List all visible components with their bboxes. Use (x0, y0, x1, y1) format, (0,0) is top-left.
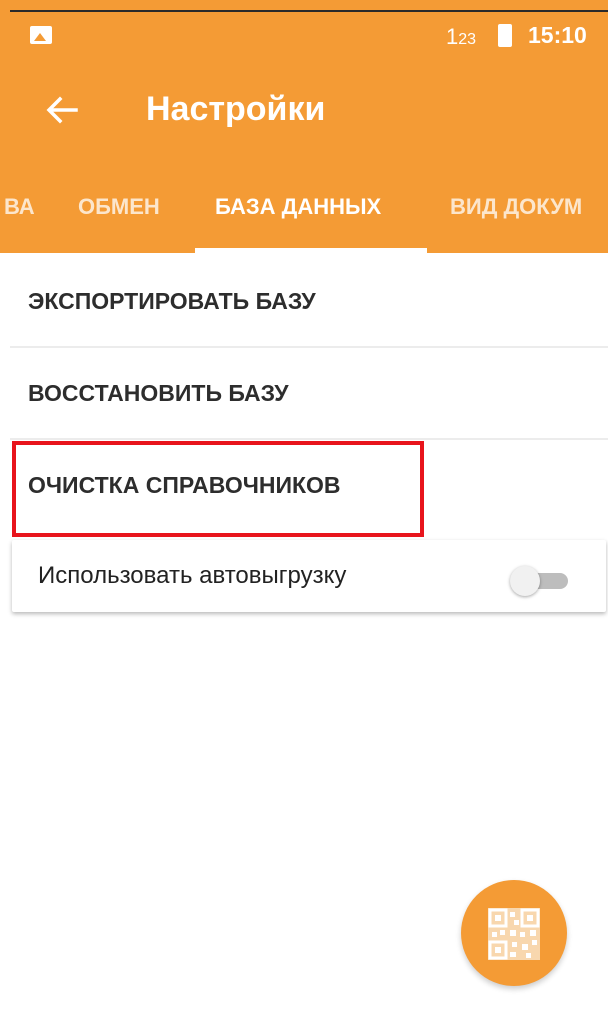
back-button[interactable] (40, 88, 84, 132)
qr-code-icon (488, 908, 540, 960)
app-bar: 123 15:10 Настройки ВА ОБМЕН БАЗА ДАННЫХ… (0, 0, 608, 253)
status-time: 15:10 (528, 22, 587, 48)
tab-database[interactable]: БАЗА ДАННЫХ (215, 194, 381, 220)
export-database-item[interactable]: ЭКСПОРТИРОВАТЬ БАЗУ (10, 256, 608, 348)
highlight-frame (12, 441, 424, 537)
input-mode-indicator: 123 (446, 24, 477, 49)
image-icon (30, 26, 52, 44)
page-title: Настройки (146, 90, 326, 128)
status-bar: 123 15:10 (0, 12, 608, 60)
tab-partial-left[interactable]: ВА (4, 194, 35, 220)
tab-exchange[interactable]: ОБМЕН (78, 194, 160, 220)
scan-qr-button[interactable] (461, 880, 567, 986)
restore-database-label: ВОССТАНОВИТЬ БАЗУ (28, 380, 289, 406)
battery-icon (498, 24, 512, 47)
arrow-left-icon (46, 96, 78, 124)
export-database-label: ЭКСПОРТИРОВАТЬ БАЗУ (28, 288, 316, 314)
toolbar: Настройки (0, 60, 608, 164)
tab-bar: ВА ОБМЕН БАЗА ДАННЫХ ВИД ДОКУМ (0, 164, 608, 253)
auto-upload-toggle[interactable] (510, 564, 570, 596)
restore-database-item[interactable]: ВОССТАНОВИТЬ БАЗУ (10, 348, 608, 440)
auto-upload-label: Использовать автовыгрузку (38, 562, 347, 589)
tab-document-type[interactable]: ВИД ДОКУМ (450, 194, 582, 220)
auto-upload-setting[interactable]: Использовать автовыгрузку (12, 540, 606, 612)
toggle-thumb (510, 566, 540, 596)
active-tab-indicator (195, 248, 427, 253)
